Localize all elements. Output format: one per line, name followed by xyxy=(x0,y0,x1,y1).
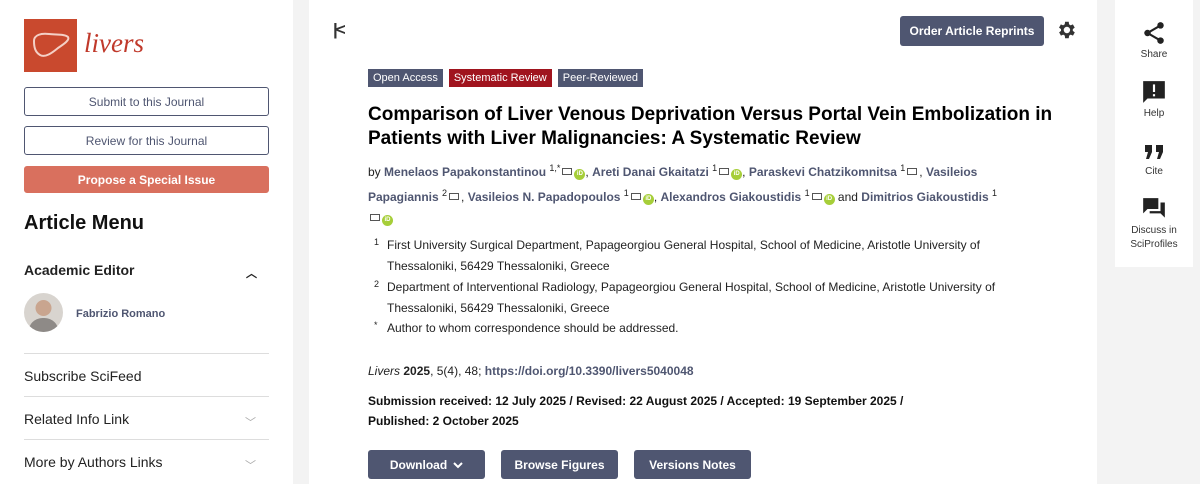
share-icon xyxy=(1115,20,1193,46)
subscribe-scifeed-link[interactable]: Subscribe SciFeed xyxy=(24,368,142,384)
journal-logo[interactable]: livers xyxy=(24,19,144,72)
article-main: |< Order Article Reprints Open Access Sy… xyxy=(309,0,1097,484)
affiliation-number: 1 xyxy=(374,237,380,247)
orcid-icon[interactable]: iD xyxy=(574,169,586,180)
author-name[interactable]: Alexandros Giakoustidis xyxy=(661,190,802,204)
author-affiliation-marker: 1,* xyxy=(549,163,561,173)
submit-journal-button[interactable]: Submit to this Journal xyxy=(24,87,269,116)
article-title: Comparison of Liver Venous Deprivation V… xyxy=(368,104,1053,149)
journal-name: livers xyxy=(84,28,144,58)
quote-icon xyxy=(1115,141,1193,163)
discuss-label-line1: Discuss in xyxy=(1131,225,1177,236)
browse-figures-button[interactable]: Browse Figures xyxy=(501,450,618,479)
related-info-link[interactable]: Related Info Link xyxy=(24,411,129,427)
author-affiliation-marker: 1 xyxy=(804,188,810,198)
author-name[interactable]: Areti Danai Gkaitatzi xyxy=(592,165,709,179)
share-button[interactable]: Share xyxy=(1115,20,1193,60)
right-rail: Share Help Cite Discuss in SciProfiles xyxy=(1115,0,1193,267)
divider xyxy=(24,396,269,397)
affiliation-1: 1 First University Surgical Department, P… xyxy=(374,235,1047,277)
chevron-up-icon[interactable]: ︿ xyxy=(246,265,257,281)
avatar xyxy=(24,293,63,332)
orcid-icon[interactable]: iD xyxy=(382,215,393,226)
affiliation-text: Author to whom correspondence should be … xyxy=(387,321,679,335)
citation: Livers 2025, 5(4), 48; https://doi.org/1… xyxy=(368,364,694,378)
author-name[interactable]: Dimitrios Giakoustidis xyxy=(861,190,988,204)
propose-special-issue-button[interactable]: Propose a Special Issue xyxy=(24,166,269,193)
chevron-down-icon[interactable]: ﹀ xyxy=(245,457,256,473)
publication-dates: Submission received: 12 July 2025 / Revi… xyxy=(368,394,904,428)
affiliation-2: 2 Department of Interventional Radiology,… xyxy=(374,277,1047,319)
cite-label: Cite xyxy=(1145,166,1163,177)
author-name[interactable]: Vasileios N. Papadopoulos xyxy=(468,190,621,204)
by-label: by xyxy=(368,165,381,179)
article-tags: Open Access Systematic Review Peer-Revie… xyxy=(368,69,643,87)
correspondence-note: * Author to whom correspondence should be… xyxy=(374,318,1047,339)
affiliation-number: * xyxy=(374,320,378,330)
help-button[interactable]: Help xyxy=(1115,79,1193,119)
affiliation-text: Department of Interventional Radiology, … xyxy=(387,280,996,315)
author-affiliation-marker: 1 xyxy=(900,163,906,173)
help-icon xyxy=(1115,79,1193,105)
order-reprints-button[interactable]: Order Article Reprints xyxy=(900,16,1044,46)
cite-button[interactable]: Cite xyxy=(1115,141,1193,177)
liver-icon xyxy=(24,19,77,72)
discuss-label-line2: SciProfiles xyxy=(1130,239,1178,250)
open-access-badge: Open Access xyxy=(368,69,443,87)
email-icon[interactable] xyxy=(562,168,573,175)
citation-volume: , 5(4), 48; xyxy=(430,364,485,378)
systematic-review-badge: Systematic Review xyxy=(448,69,552,87)
article-menu-title: Article Menu xyxy=(24,212,145,234)
author-list: by Menelaos Papakonstantinou 1,*iD, Aret… xyxy=(368,158,1008,229)
and-label: and xyxy=(837,190,858,204)
discuss-button[interactable]: Discuss in SciProfiles xyxy=(1115,196,1193,250)
author-affiliation-marker: 2 xyxy=(442,188,448,198)
email-icon[interactable] xyxy=(630,193,641,200)
collapse-sidebar-icon[interactable]: |< xyxy=(333,20,346,40)
forum-icon xyxy=(1115,196,1193,222)
review-journal-button[interactable]: Review for this Journal xyxy=(24,126,269,155)
versions-notes-button[interactable]: Versions Notes xyxy=(634,450,751,479)
orcid-icon[interactable]: iD xyxy=(823,194,835,205)
email-icon[interactable] xyxy=(370,214,380,221)
email-icon[interactable] xyxy=(449,193,460,200)
email-icon[interactable] xyxy=(811,193,822,200)
author-affiliation-marker: 1 xyxy=(992,188,998,198)
help-label: Help xyxy=(1143,108,1165,119)
divider xyxy=(24,353,269,354)
divider xyxy=(24,439,269,440)
affiliation-text: First University Surgical Department, Pa… xyxy=(387,238,980,273)
email-icon[interactable] xyxy=(719,168,730,175)
download-label: Download xyxy=(389,457,448,472)
citation-year: 2025 xyxy=(403,364,431,378)
affiliation-number: 2 xyxy=(374,279,380,289)
share-label: Share xyxy=(1140,49,1168,60)
orcid-icon[interactable]: iD xyxy=(642,194,654,205)
author-affiliation-marker: 1 xyxy=(623,188,629,198)
peer-reviewed-badge: Peer-Reviewed xyxy=(557,69,643,87)
editor-name[interactable]: Fabrizio Romano xyxy=(76,308,165,320)
gear-icon[interactable] xyxy=(1055,19,1077,46)
more-by-authors-link[interactable]: More by Authors Links xyxy=(24,454,163,470)
orcid-icon[interactable]: iD xyxy=(731,169,743,180)
doi-link[interactable]: https://doi.org/10.3390/livers5040048 xyxy=(485,364,694,378)
academic-editor-heading[interactable]: Academic Editor xyxy=(24,262,134,278)
author-name[interactable]: Paraskevi Chatzikomnitsa xyxy=(749,165,897,179)
left-sidebar: livers Submit to this Journal Review for… xyxy=(0,0,293,484)
citation-journal: Livers xyxy=(368,364,401,378)
author-name[interactable]: Menelaos Papakonstantinou xyxy=(384,165,546,179)
chevron-down-icon xyxy=(453,461,463,468)
download-button[interactable]: Download xyxy=(368,450,485,479)
email-icon[interactable] xyxy=(907,168,918,175)
author-affiliation-marker: 1 xyxy=(712,163,718,173)
chevron-down-icon[interactable]: ﹀ xyxy=(245,414,256,430)
